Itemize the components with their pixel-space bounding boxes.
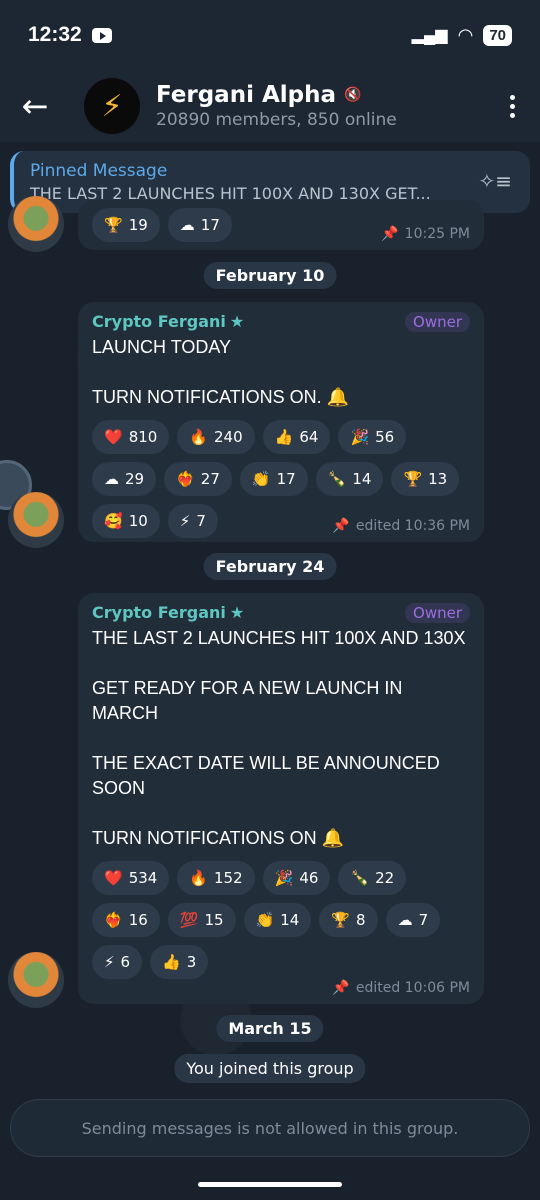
home-indicator[interactable]: [198, 1182, 342, 1187]
status-right: ▂▄▆ ◠ 70: [411, 24, 512, 46]
reaction[interactable]: 👏 17: [239, 462, 308, 496]
message-meta: 📌 10:25 PM: [381, 226, 470, 242]
group-avatar[interactable]: ⚡: [84, 78, 140, 134]
group-subtitle: 20890 members, 850 online: [156, 110, 397, 130]
message-text: LAUNCH TODAY TURN NOTIFICATIONS ON. 🔔: [92, 337, 350, 407]
reaction[interactable]: ❤️ 534: [92, 861, 170, 895]
message-text: THE LAST 2 LAUNCHES HIT 100X AND 130X GE…: [92, 628, 466, 848]
group-title-block[interactable]: Fergani Alpha 🔇 20890 members, 850 onlin…: [156, 82, 397, 130]
message-bubble-partial: 🏆 19 ☁ 17 📌 10:25 PM: [78, 200, 484, 250]
reaction[interactable]: 🥰 10: [92, 504, 160, 538]
reaction[interactable]: 💯 15: [167, 903, 236, 937]
reaction[interactable]: ⚡ 7: [167, 504, 218, 538]
back-arrow-icon[interactable]: ←: [0, 70, 70, 142]
bottom-notice: Sending messages is not allowed in this …: [10, 1099, 530, 1157]
reaction[interactable]: ⚡ 6: [92, 945, 143, 979]
pin-icon: 📌: [332, 980, 350, 996]
reaction[interactable]: ☁ 29: [92, 462, 157, 496]
message-bubble: Crypto Fergani ★ Owner THE LAST 2 LAUNCHE…: [78, 593, 484, 1004]
star-icon: ★: [229, 312, 245, 331]
more-menu-icon[interactable]: [484, 94, 540, 118]
message-meta: 📌 edited 10:06 PM: [332, 980, 470, 996]
reaction[interactable]: ❤️‍🔥 27: [164, 462, 232, 496]
reaction[interactable]: 🔥 240: [177, 420, 255, 454]
sender-avatar[interactable]: [8, 492, 64, 548]
reaction[interactable]: ❤️ 810: [92, 420, 170, 454]
battery-icon: 70: [483, 24, 512, 46]
sender-avatar[interactable]: [8, 952, 64, 1008]
pin-list-icon[interactable]: ✧≡: [478, 169, 512, 193]
status-time: 12:32: [28, 23, 82, 46]
service-message: You joined this group: [174, 1054, 366, 1083]
reaction[interactable]: 👍 64: [262, 420, 331, 454]
reaction[interactable]: 🔥 152: [177, 861, 255, 895]
reaction[interactable]: 🎉 56: [338, 420, 407, 454]
reaction[interactable]: ☁ 7: [385, 903, 441, 937]
sender-avatar[interactable]: [8, 196, 64, 252]
wifi-icon: ◠: [457, 24, 474, 45]
owner-badge: Owner: [405, 603, 470, 623]
group-title: Fergani Alpha 🔇: [156, 82, 397, 108]
owner-badge: Owner: [405, 312, 470, 332]
date-chip: February 10: [203, 262, 337, 289]
youtube-icon: [91, 27, 112, 43]
reaction[interactable]: 🍾 14: [315, 462, 384, 496]
reaction[interactable]: ☁ 17: [167, 208, 232, 242]
message-meta: 📌 edited 10:36 PM: [332, 518, 470, 534]
message-bubble: Crypto Fergani ★ Owner LAUNCH TODAY TURN …: [78, 302, 484, 542]
signal-icon: ▂▄▆: [411, 27, 448, 44]
muted-icon: 🔇: [344, 87, 362, 103]
date-chip: February 24: [203, 553, 337, 580]
reactions: ❤️ 534 🔥 152 🎉 46 🍾 22 ❤️‍🔥 16 💯 15 👏 14 🏆 8 ☁ 7 …: [92, 861, 470, 979]
reaction[interactable]: 👏 14: [243, 903, 312, 937]
pinned-label: Pinned Message: [30, 161, 168, 181]
pin-icon: 📌: [381, 226, 399, 242]
reaction[interactable]: 🎉 46: [262, 861, 331, 895]
reaction[interactable]: 🏆 19: [92, 208, 160, 242]
reaction[interactable]: 🏆 13: [391, 462, 460, 496]
status-bar: 12:32 ▂▄▆ ◠ 70: [0, 0, 540, 70]
group-name: Fergani Alpha: [156, 82, 337, 108]
chat-header: ← ⚡ Fergani Alpha 🔇 20890 members, 850 o…: [0, 70, 540, 142]
star-icon: ★: [229, 603, 245, 622]
pin-icon: 📌: [332, 518, 350, 534]
reaction[interactable]: ❤️‍🔥 16: [92, 903, 160, 937]
reaction[interactable]: 🍾 22: [338, 861, 407, 895]
reaction[interactable]: 🏆 8: [319, 903, 378, 937]
reaction[interactable]: 👍 3: [150, 945, 209, 979]
date-chip: March 15: [216, 1015, 324, 1042]
